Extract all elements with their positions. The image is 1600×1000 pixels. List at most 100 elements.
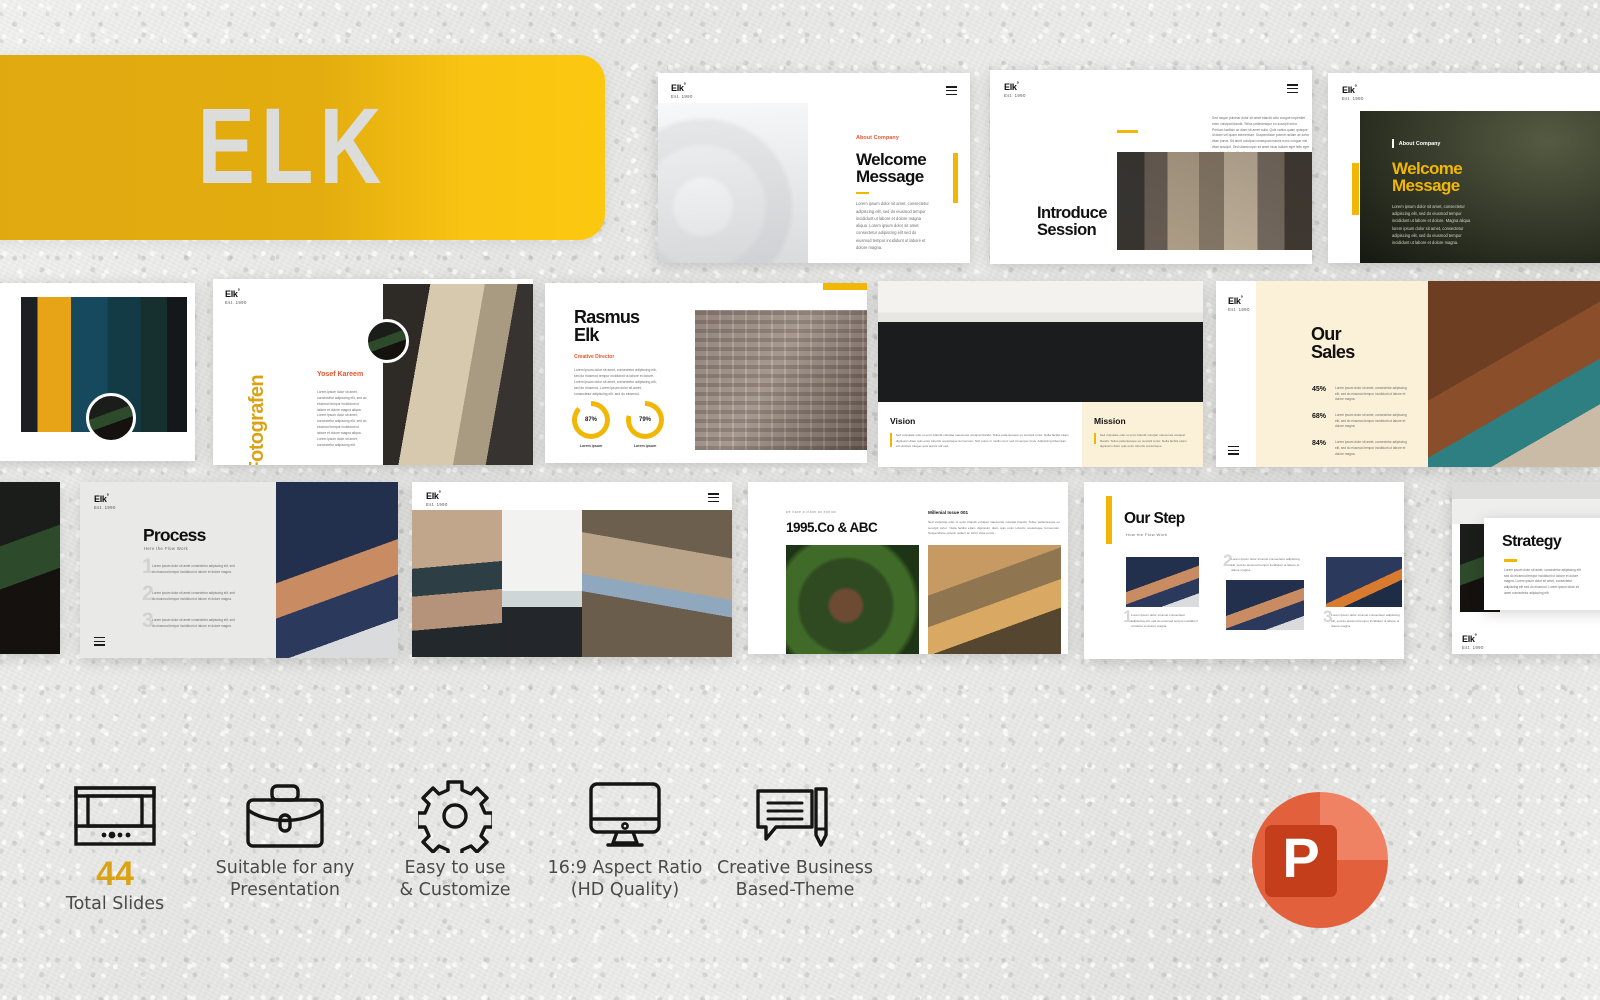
donut-charts: 87% Lorem ipsum 79% Lorem ipsum [572,401,664,448]
yellow-underline [856,191,869,195]
stat-value: 68% [1312,413,1327,421]
slide-body: Lorem ipsum dolor sit amet, consectetur … [1392,203,1471,246]
slide-body: Sed vulputate odio ut enim blandit volut… [928,520,1060,535]
slide-millenial-issue[interactable]: we have a claim an edition 1995.Co & ABC… [748,482,1068,654]
slide-title: Our Sales [1311,324,1355,363]
slides-icon [30,775,200,857]
slide-subtitle: How the Flow Work [1126,532,1168,537]
feature-caption: 16:9 Aspect Ratio (HD Quality) [547,858,703,901]
slide-rasmus-elk[interactable]: Rasmus Elk Creative Director Lorem ipsum… [545,283,867,463]
slide-title: Welcome Message [1392,159,1463,196]
stat-body: Lorem ipsum dolor sit amet, consectetur … [1335,440,1407,456]
briefcase-icon [200,775,370,857]
hamburger-icon[interactable] [708,493,719,503]
sales-stat-row: 45% Lorem ipsum dolor sit amet, consecte… [1312,386,1412,403]
slide-dark-cafe-partial[interactable] [0,482,60,654]
sales-stat-row: 84% Lorem ipsum dolor sit amet, consecte… [1312,440,1412,457]
hamburger-icon[interactable] [1287,84,1298,94]
yellow-dash [1117,130,1138,134]
sales-stats: 45% Lorem ipsum dolor sit amet, consecte… [1312,386,1412,457]
person-name: Yosef Kareem [317,371,364,378]
donut-label: Lorem ipsum [633,444,657,448]
step-image [1126,557,1199,607]
slide-vision-mission[interactable]: Vision Sed vulputate odio ut enim blandi… [878,281,1203,467]
slide-fotografen[interactable]: Elk° Est. 1990 Fotografen Yosef Kareem L… [213,279,533,465]
feature-caption: Total Slides [65,893,165,914]
slide-title: Strategy [1502,533,1562,550]
white-tick [1392,139,1394,148]
banner-title: ELK [197,86,388,207]
article-image-2 [928,545,1061,654]
donut-label: Lorem ipsum [579,444,603,448]
step-column: 2 Lorem ipsum dolor sit amet consectetur… [1223,551,1304,630]
slide-photo [383,284,533,465]
step-column: 3 Lorem ipsum dolor sit amet consectetur… [1323,557,1402,630]
section-heading: Millenial Issue 001 [928,510,969,515]
stat-value: 45% [1312,386,1327,393]
slide-eyebrow: About Company [856,135,899,141]
process-step: 1 Lorem ipsum dolor sit amet consectetur… [142,555,236,591]
slide-logo: Elk° Est. 1990 [1462,634,1484,650]
panel-body: Sed vulputate odio ut enim blandit volut… [895,433,1069,448]
slide-logo: Elk° Est. 1990 [671,83,693,99]
slide-title: Our Step [1124,510,1185,527]
slide-body: Lorem ipsum dolor sit amet, consectetur … [856,201,929,250]
gallery-image-1 [412,510,502,657]
donut-chart: 87% Lorem ipsum [572,401,610,448]
panel-body: Sed vulputate odio ut enim blandit volut… [1099,433,1187,448]
feature-item-easy-use: Easy to use & Customize [370,775,540,915]
vertical-label: Fotografen [246,375,268,465]
feature-item-aspect-ratio: 16:9 Aspect Ratio (HD Quality) [540,775,710,915]
slide-logo: Elk° Est. 1990 [1228,296,1250,312]
slide-body: Lorem ipsum dolor sit amet, consectetur … [574,368,657,397]
step-body: Lorem ipsum dolor sit amet consectetur a… [1231,557,1300,572]
yellow-accent-bar [1352,163,1359,215]
slide-welcome-message-dark[interactable]: Elk° Est. 1990 About Company Welcome Mes… [1328,73,1600,263]
slide-eyebrow: About Company [1398,140,1441,147]
stat-value: 84% [1312,440,1327,448]
step-body: Lorem ipsum dolor sit amet consectetur a… [152,618,235,628]
hamburger-icon[interactable] [946,86,957,96]
slide-photo [695,310,867,450]
powerpoint-letter: P [1282,826,1319,889]
step-column: 1 Lorem ipsum dolor sit amet consectetur… [1123,557,1199,630]
gear-icon [370,775,540,857]
step-body: Lorem ipsum dolor sit amet consectetur a… [1131,613,1198,628]
powerpoint-logo: P [1245,785,1395,935]
slide-photo [276,482,398,658]
gallery-image-2 [502,510,582,657]
slide-our-step[interactable]: Our Step How the Flow Work 1 Lorem ipsum… [1084,482,1404,659]
slide-welcome-message-light[interactable]: Elk° Est. 1990 About Company Welcome Mes… [658,73,970,263]
elk-title-banner: ELK [0,55,605,240]
slide-photo-gallery[interactable]: Elk° Est. 1990 [412,482,732,657]
slide-logo: Elk° Est. 1990 [1004,82,1026,98]
slide-logo: Elk° Est. 1990 [426,491,448,507]
role-label: Creative Director [574,354,615,360]
slide-body: Sed neque pulvinar dolor sit amet blandi… [1212,116,1310,155]
donut-value: 87% [584,417,597,423]
slide-body: Lorem ipsum dolor sit amet, consectetur … [1504,568,1581,595]
step-body: Lorem ipsum dolor sit amet consectetur a… [1331,613,1400,628]
hamburger-icon[interactable] [94,636,105,646]
feature-item-total-slides: 44 Total Slides [30,775,200,915]
slide-our-sales[interactable]: Elk° Est. 1990 Our Sales 45% Lorem ipsum… [1216,281,1600,467]
feature-caption: Creative Business Based-Theme [716,858,874,901]
slide-strategy[interactable]: Strategy Lorem ipsum dolor sit amet, con… [1484,518,1600,610]
process-step: 2 Lorem ipsum dolor sit amet consectetur… [142,582,236,618]
vision-panel: Vision Sed vulputate odio ut enim blandi… [878,402,1082,467]
slide-logo: Elk° Est. 1990 [225,289,247,305]
yellow-accent-bar [823,283,867,290]
slide-process[interactable]: Elk° Est. 1990 Process Here the Flow Wor… [80,482,398,658]
slide-clothing-profile[interactable]: o Lorem ipsum dolor sit amet, consectetu… [0,283,195,461]
slide-introduce-session[interactable]: Elk° Est. 1990 Sed neque pulvinar dolor … [990,70,1312,264]
hamburger-icon[interactable] [1228,445,1239,455]
mission-panel: Mission Sed vulputate odio ut enim bland… [1082,402,1203,467]
stat-body: Lorem ipsum dolor sit amet, consectetur … [1335,413,1407,429]
avatar [86,393,136,443]
yellow-underline [1504,559,1517,562]
step-body: Lorem ipsum dolor sit amet consectetur a… [152,591,235,601]
slide-title: Introduce Session [1037,204,1107,240]
sales-stat-row: 68% Lorem ipsum dolor sit amet, consecte… [1312,413,1412,430]
slide-logo: Elk° Est. 1990 [94,494,116,510]
stat-body: Lorem ipsum dolor sit amet, consectetur … [1335,386,1407,402]
